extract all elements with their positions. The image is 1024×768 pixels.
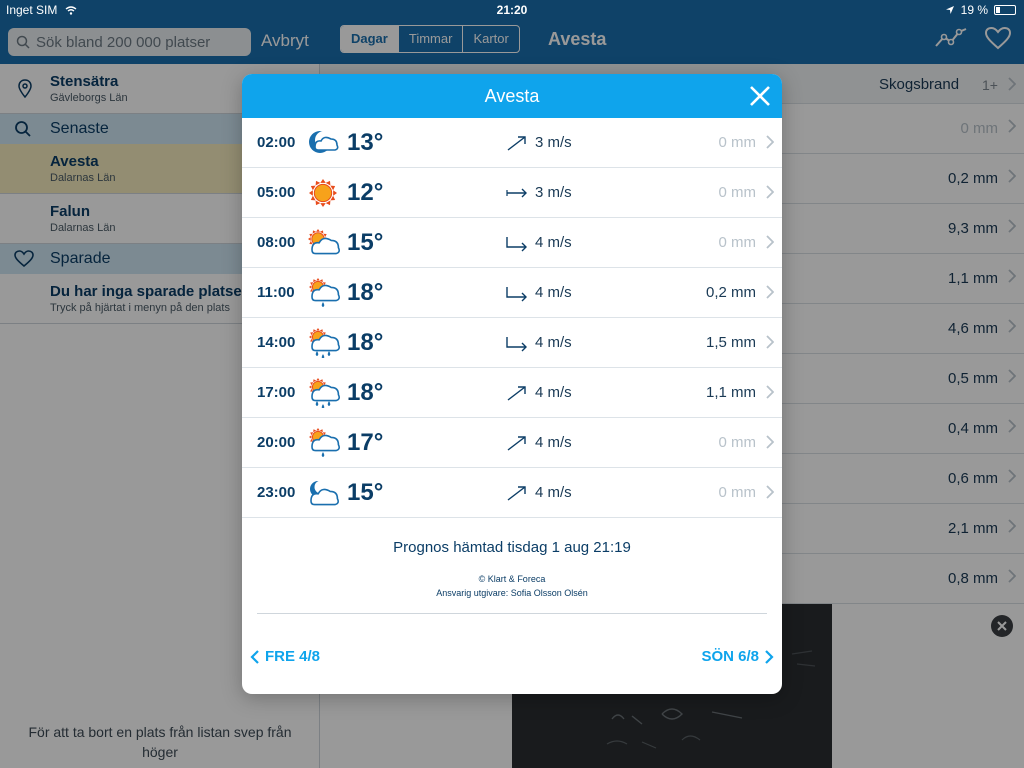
hour-temperature: 15° xyxy=(347,229,384,256)
divider xyxy=(257,613,767,614)
close-icon[interactable] xyxy=(748,84,772,108)
wind-direction-icon xyxy=(507,386,526,401)
hour-time: 11:00 xyxy=(257,284,295,301)
hour-wind: 4 m/s xyxy=(535,284,572,301)
forecast-modal: Avesta 02:00 13° 3 m/s 0 mm 05:00 12° 3 m/s 0 m… xyxy=(242,74,782,694)
hour-time: 14:00 xyxy=(257,334,296,351)
hourly-row[interactable]: 17:00 18° 4 m/s 1,1 mm xyxy=(242,368,782,418)
hour-wind: 4 m/s xyxy=(535,484,572,501)
hourly-row[interactable]: 05:00 12° 3 m/s 0 mm xyxy=(242,168,782,218)
wind-direction-icon xyxy=(506,287,527,302)
hour-time: 17:00 xyxy=(257,384,296,401)
wind-direction-icon xyxy=(507,136,526,151)
wind-direction-icon xyxy=(506,337,527,352)
hour-wind: 4 m/s xyxy=(535,334,572,351)
hour-temperature: 18° xyxy=(347,279,384,306)
previous-day-label: FRE 4/8 xyxy=(265,648,321,665)
wind-direction-icon xyxy=(506,188,527,198)
hour-temperature: 18° xyxy=(347,329,384,356)
light-rain-icon xyxy=(309,278,340,307)
hour-temperature: 17° xyxy=(347,429,384,456)
hour-time: 20:00 xyxy=(257,434,296,451)
hour-precipitation: 1,1 mm xyxy=(705,384,756,401)
wind-direction-icon xyxy=(506,237,527,252)
hour-time: 05:00 xyxy=(257,184,296,201)
previous-day-button[interactable]: FRE 4/8 xyxy=(250,648,320,665)
hour-precipitation: 0 mm xyxy=(718,434,757,451)
partly-cloudy-icon xyxy=(308,229,340,255)
hourly-row[interactable]: 02:00 13° 3 m/s 0 mm xyxy=(242,118,782,168)
hour-precipitation: 1,5 mm xyxy=(705,334,756,351)
chevron-right-icon xyxy=(766,185,774,199)
chevron-right-icon xyxy=(766,135,774,149)
hour-temperature: 15° xyxy=(347,479,384,506)
modal-header: Avesta xyxy=(242,74,782,118)
battery-percent: 19 % xyxy=(960,3,988,17)
hour-temperature: 13° xyxy=(347,129,384,156)
night-partly-cloudy-icon xyxy=(309,131,339,153)
wind-direction-icon xyxy=(507,436,526,451)
hour-precipitation: 0 mm xyxy=(718,184,757,201)
hour-wind: 3 m/s xyxy=(535,184,572,201)
hour-wind: 4 m/s xyxy=(535,434,572,451)
hourly-row[interactable]: 14:00 18° 4 m/s 1,5 mm xyxy=(242,318,782,368)
chevron-right-icon xyxy=(765,649,774,664)
chevron-right-icon xyxy=(766,335,774,349)
hour-time: 08:00 xyxy=(257,234,296,251)
status-bar: Inget SIM 21:20 19 % xyxy=(0,0,1024,20)
clock: 21:20 xyxy=(496,3,528,17)
rain-icon xyxy=(309,328,340,358)
location-arrow-icon xyxy=(945,6,954,14)
chevron-right-icon xyxy=(766,385,774,399)
sun-icon xyxy=(309,179,337,207)
chevron-right-icon xyxy=(766,285,774,299)
wind-direction-icon xyxy=(507,486,526,501)
chevron-right-icon xyxy=(766,435,774,449)
hourly-row[interactable]: 08:00 15° 4 m/s 0 mm xyxy=(242,218,782,268)
hour-precipitation: 0 mm xyxy=(718,234,757,251)
hourly-row[interactable]: 20:00 17° 4 m/s 0 mm xyxy=(242,418,782,468)
hour-time: 02:00 xyxy=(257,134,296,151)
hour-precipitation: 0 mm xyxy=(718,134,757,151)
next-day-button[interactable]: SÖN 6/8 xyxy=(701,648,774,665)
credit-text: © Klart & Foreca xyxy=(478,574,546,584)
hour-wind: 3 m/s xyxy=(535,134,572,151)
chevron-right-icon xyxy=(766,235,774,249)
modal-title: Avesta xyxy=(484,86,540,106)
hour-temperature: 12° xyxy=(347,179,384,206)
publisher-text: Ansvarig utgivare: Sofia Olsson Olsén xyxy=(436,588,588,598)
hour-wind: 4 m/s xyxy=(535,234,572,251)
hour-wind: 4 m/s xyxy=(535,384,572,401)
hour-time: 23:00 xyxy=(257,484,296,501)
hourly-row[interactable]: 11:00 18° 4 m/s 0,2 mm xyxy=(242,268,782,318)
rain-icon xyxy=(309,378,340,408)
battery-icon xyxy=(994,5,1016,15)
next-day-label: SÖN 6/8 xyxy=(701,648,759,665)
hour-temperature: 18° xyxy=(347,379,384,406)
forecast-fetched-text: Prognos hämtad tisdag 1 aug 21:19 xyxy=(393,539,631,556)
light-rain-icon xyxy=(309,428,340,457)
status-right: 19 % xyxy=(945,3,1016,17)
chevron-left-icon xyxy=(250,649,259,664)
hour-precipitation: 0 mm xyxy=(718,484,757,501)
hourly-row[interactable]: 23:00 15° 4 m/s 0 mm xyxy=(242,468,782,518)
night-cloudy-icon xyxy=(310,480,339,506)
hour-precipitation: 0,2 mm xyxy=(705,284,756,301)
chevron-right-icon xyxy=(766,485,774,499)
